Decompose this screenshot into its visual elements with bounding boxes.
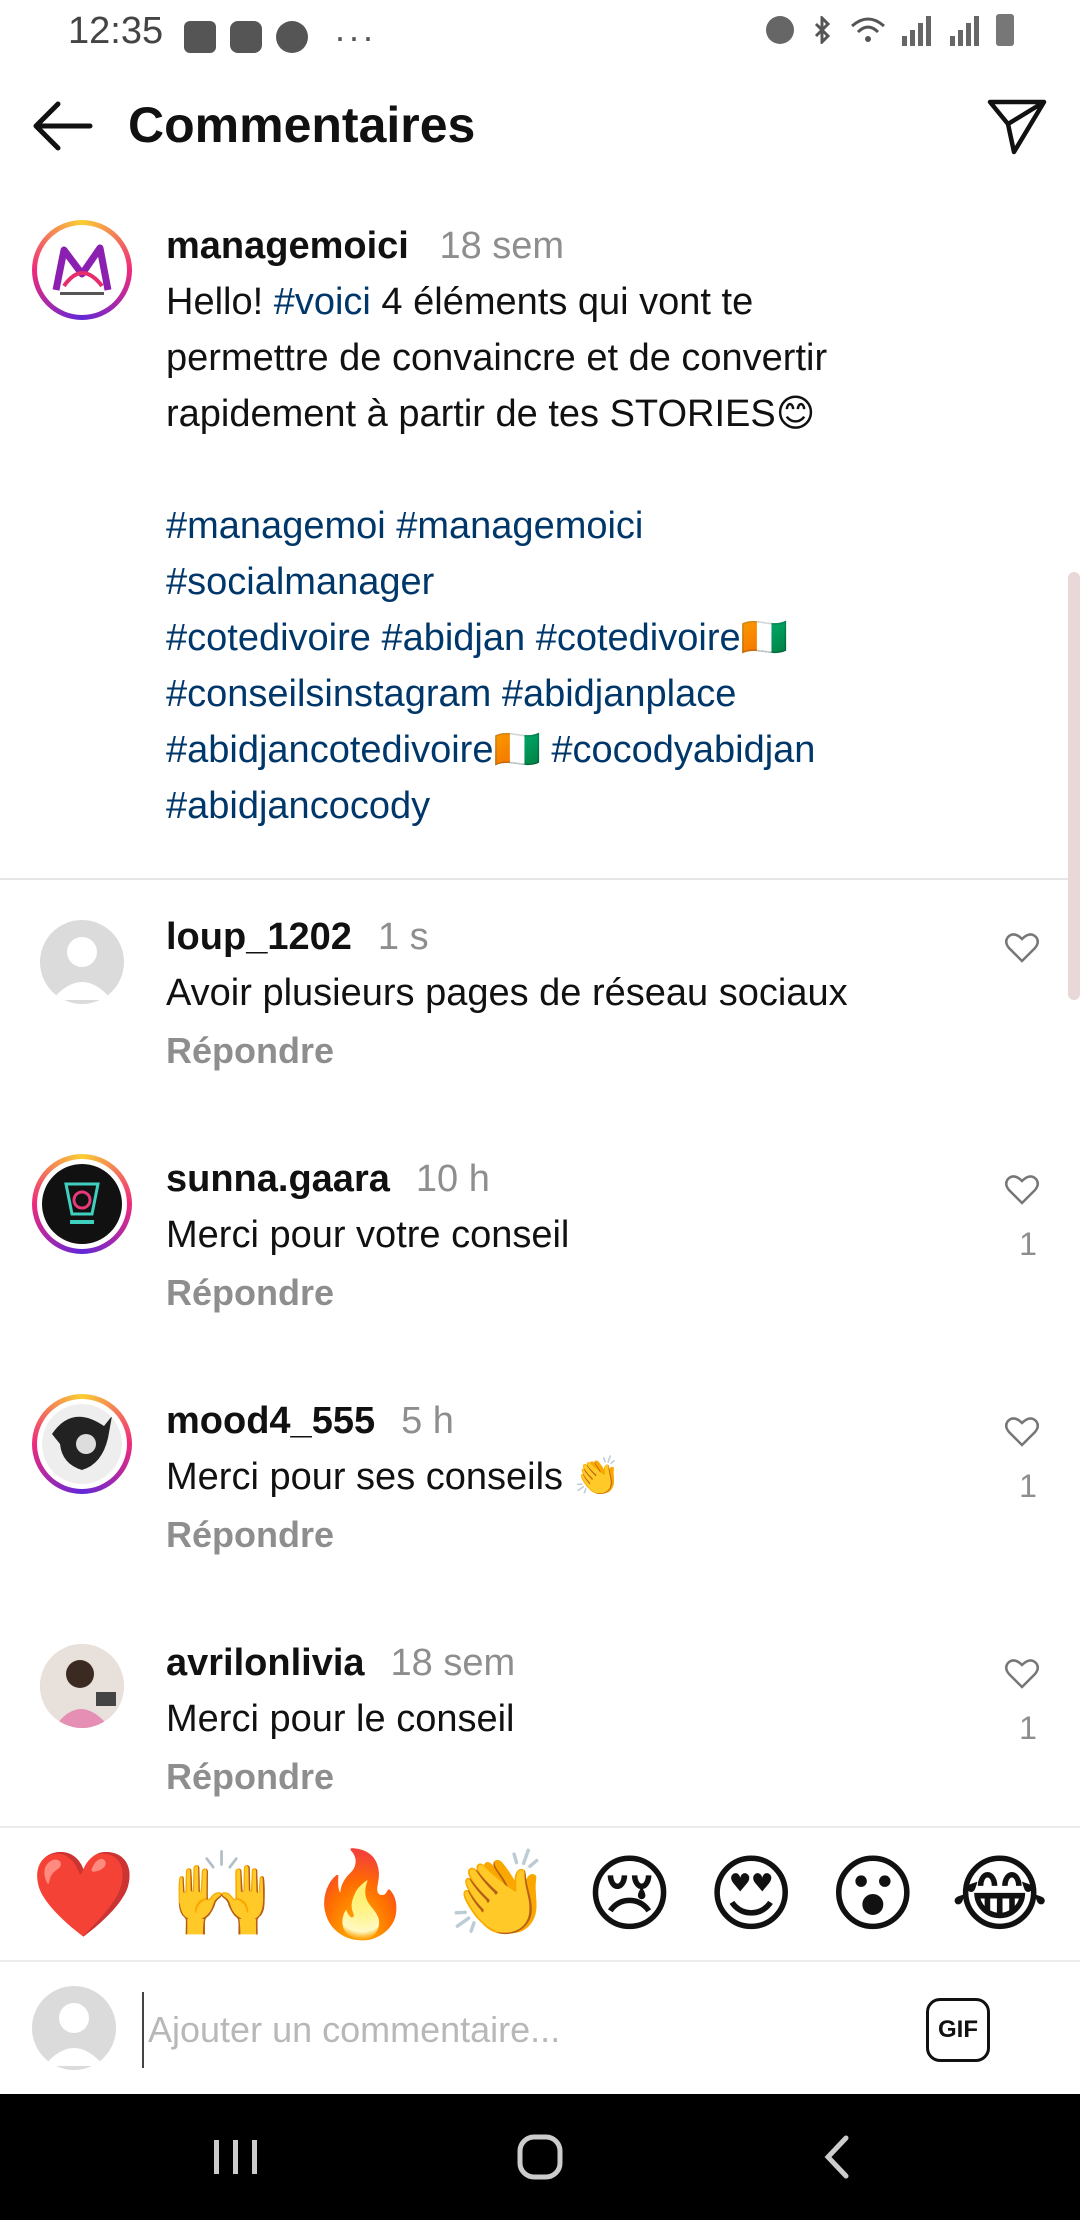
reply-button[interactable]: Répondre [166,1272,334,1314]
hashtag-line[interactable]: #cotedivoire #abidjan #cotedivoire🇨🇮 [166,610,926,666]
comment-item: mood4_555 5 h Merci pour ses conseils 👏 R… [0,1394,1080,1624]
signal-icon-2 [950,16,979,46]
back-arrow-icon[interactable] [28,96,98,156]
comment-username[interactable]: sunna.gaara [166,1158,390,1200]
hashtag-line[interactable]: #socialmanager [166,554,926,610]
recent-apps-icon[interactable] [206,2132,266,2182]
like-count: 1 [1019,1226,1037,1262]
hashtag-line[interactable]: #abidjancocody [166,778,926,834]
comment-text: Merci pour ses conseils 👏 [166,1456,621,1498]
system-icons [766,14,1014,46]
comment-input[interactable] [142,1992,910,2068]
emoji-clapping[interactable]: 👏 [447,1848,552,1940]
caption-text: Hello! #voici 4 éléments qui vont te per… [166,281,828,435]
caption-time: 18 sem [439,225,565,267]
signal-icon [902,16,931,46]
like-count: 1 [1019,1710,1037,1746]
home-icon[interactable] [510,2132,570,2182]
comment-text: Merci pour votre conseil [166,1214,570,1256]
emoji-heart-eyes[interactable]: 😍 [707,1848,795,1940]
comment-username[interactable]: avrilonlivia [166,1642,365,1684]
heart-icon[interactable] [1004,930,1040,964]
emoji-laughing[interactable]: 😂 [951,1848,1049,1940]
emoji-raising-hands[interactable]: 🙌 [170,1848,275,1940]
youtube-icon [230,21,262,53]
comment-time: 5 h [401,1400,454,1442]
emoji-heart[interactable]: ❤️ [31,1848,136,1940]
hashtag-line[interactable]: #conseilsinstagram #abidjanplace [166,666,926,722]
reply-button[interactable]: Répondre [166,1514,334,1556]
caption-username[interactable]: managemoici [166,225,409,267]
heart-icon[interactable] [1004,1172,1040,1206]
gif-button[interactable]: GIF [926,1998,990,2062]
comment-item: loup_1202 1 s Avoir plusieurs pages de ré… [0,910,1080,1140]
reply-button[interactable]: Répondre [166,1756,334,1798]
emoji-surprised[interactable]: 😮 [829,1848,917,1940]
page-title: Commentaires [128,97,476,153]
comment-time: 10 h [415,1158,490,1200]
hashtag-link[interactable]: #voici [274,281,371,323]
heart-icon[interactable] [1004,1414,1040,1448]
like-count: 1 [1019,1468,1037,1504]
caption-author-avatar[interactable] [32,220,132,320]
status-bar: 12:35 ··· [0,0,1080,64]
more-notifications-icon: ··· [334,16,376,57]
comment-text: Merci pour le conseil [166,1698,515,1740]
default-user-icon [44,2003,104,2066]
divider [0,878,1080,880]
gallery-icon [184,21,216,53]
wifi-icon [851,17,885,42]
send-direct-icon[interactable] [984,92,1050,158]
emoji-fire[interactable]: 🔥 [308,1848,413,1940]
status-time: 12:35 [68,10,164,52]
alarm-icon [766,16,794,44]
bluetooth-icon [814,16,831,44]
header: Commentaires [0,64,1080,188]
comment-username[interactable]: loup_1202 [166,916,352,958]
comment-item: sunna.gaara 10 h Merci pour votre conseil… [0,1152,1080,1382]
back-nav-icon[interactable] [808,2132,868,2182]
comment-time: 18 sem [390,1642,516,1684]
emoji-crying[interactable]: 😢 [586,1848,674,1940]
comment-composer: GIF [0,1964,1080,2094]
hashtag-line[interactable]: #abidjancotedivoire🇨🇮 #cocodyabidjan [166,722,926,778]
my-avatar [32,1986,116,2070]
battery-icon [996,14,1014,46]
comment-text: Avoir plusieurs pages de réseau sociaux [166,972,848,1014]
post-caption: managemoici 18 sem Hello! #voici 4 éléme… [166,218,926,834]
heart-icon[interactable] [1004,1656,1040,1690]
scrollbar[interactable] [1068,572,1080,1000]
hashtag-line[interactable]: #managemoi #managemoici [166,498,926,554]
manage-logo-icon [52,244,112,295]
emoji-quick-bar: ❤️ 🙌 🔥 👏 😢 😍 😮 😂 [0,1826,1080,1962]
comment-username[interactable]: mood4_555 [166,1400,375,1442]
comment-time: 1 s [377,916,429,958]
system-nav-bar [0,2094,1080,2220]
app-icon [276,21,308,53]
reply-button[interactable]: Répondre [166,1030,334,1072]
notification-icons: ··· [184,16,376,58]
